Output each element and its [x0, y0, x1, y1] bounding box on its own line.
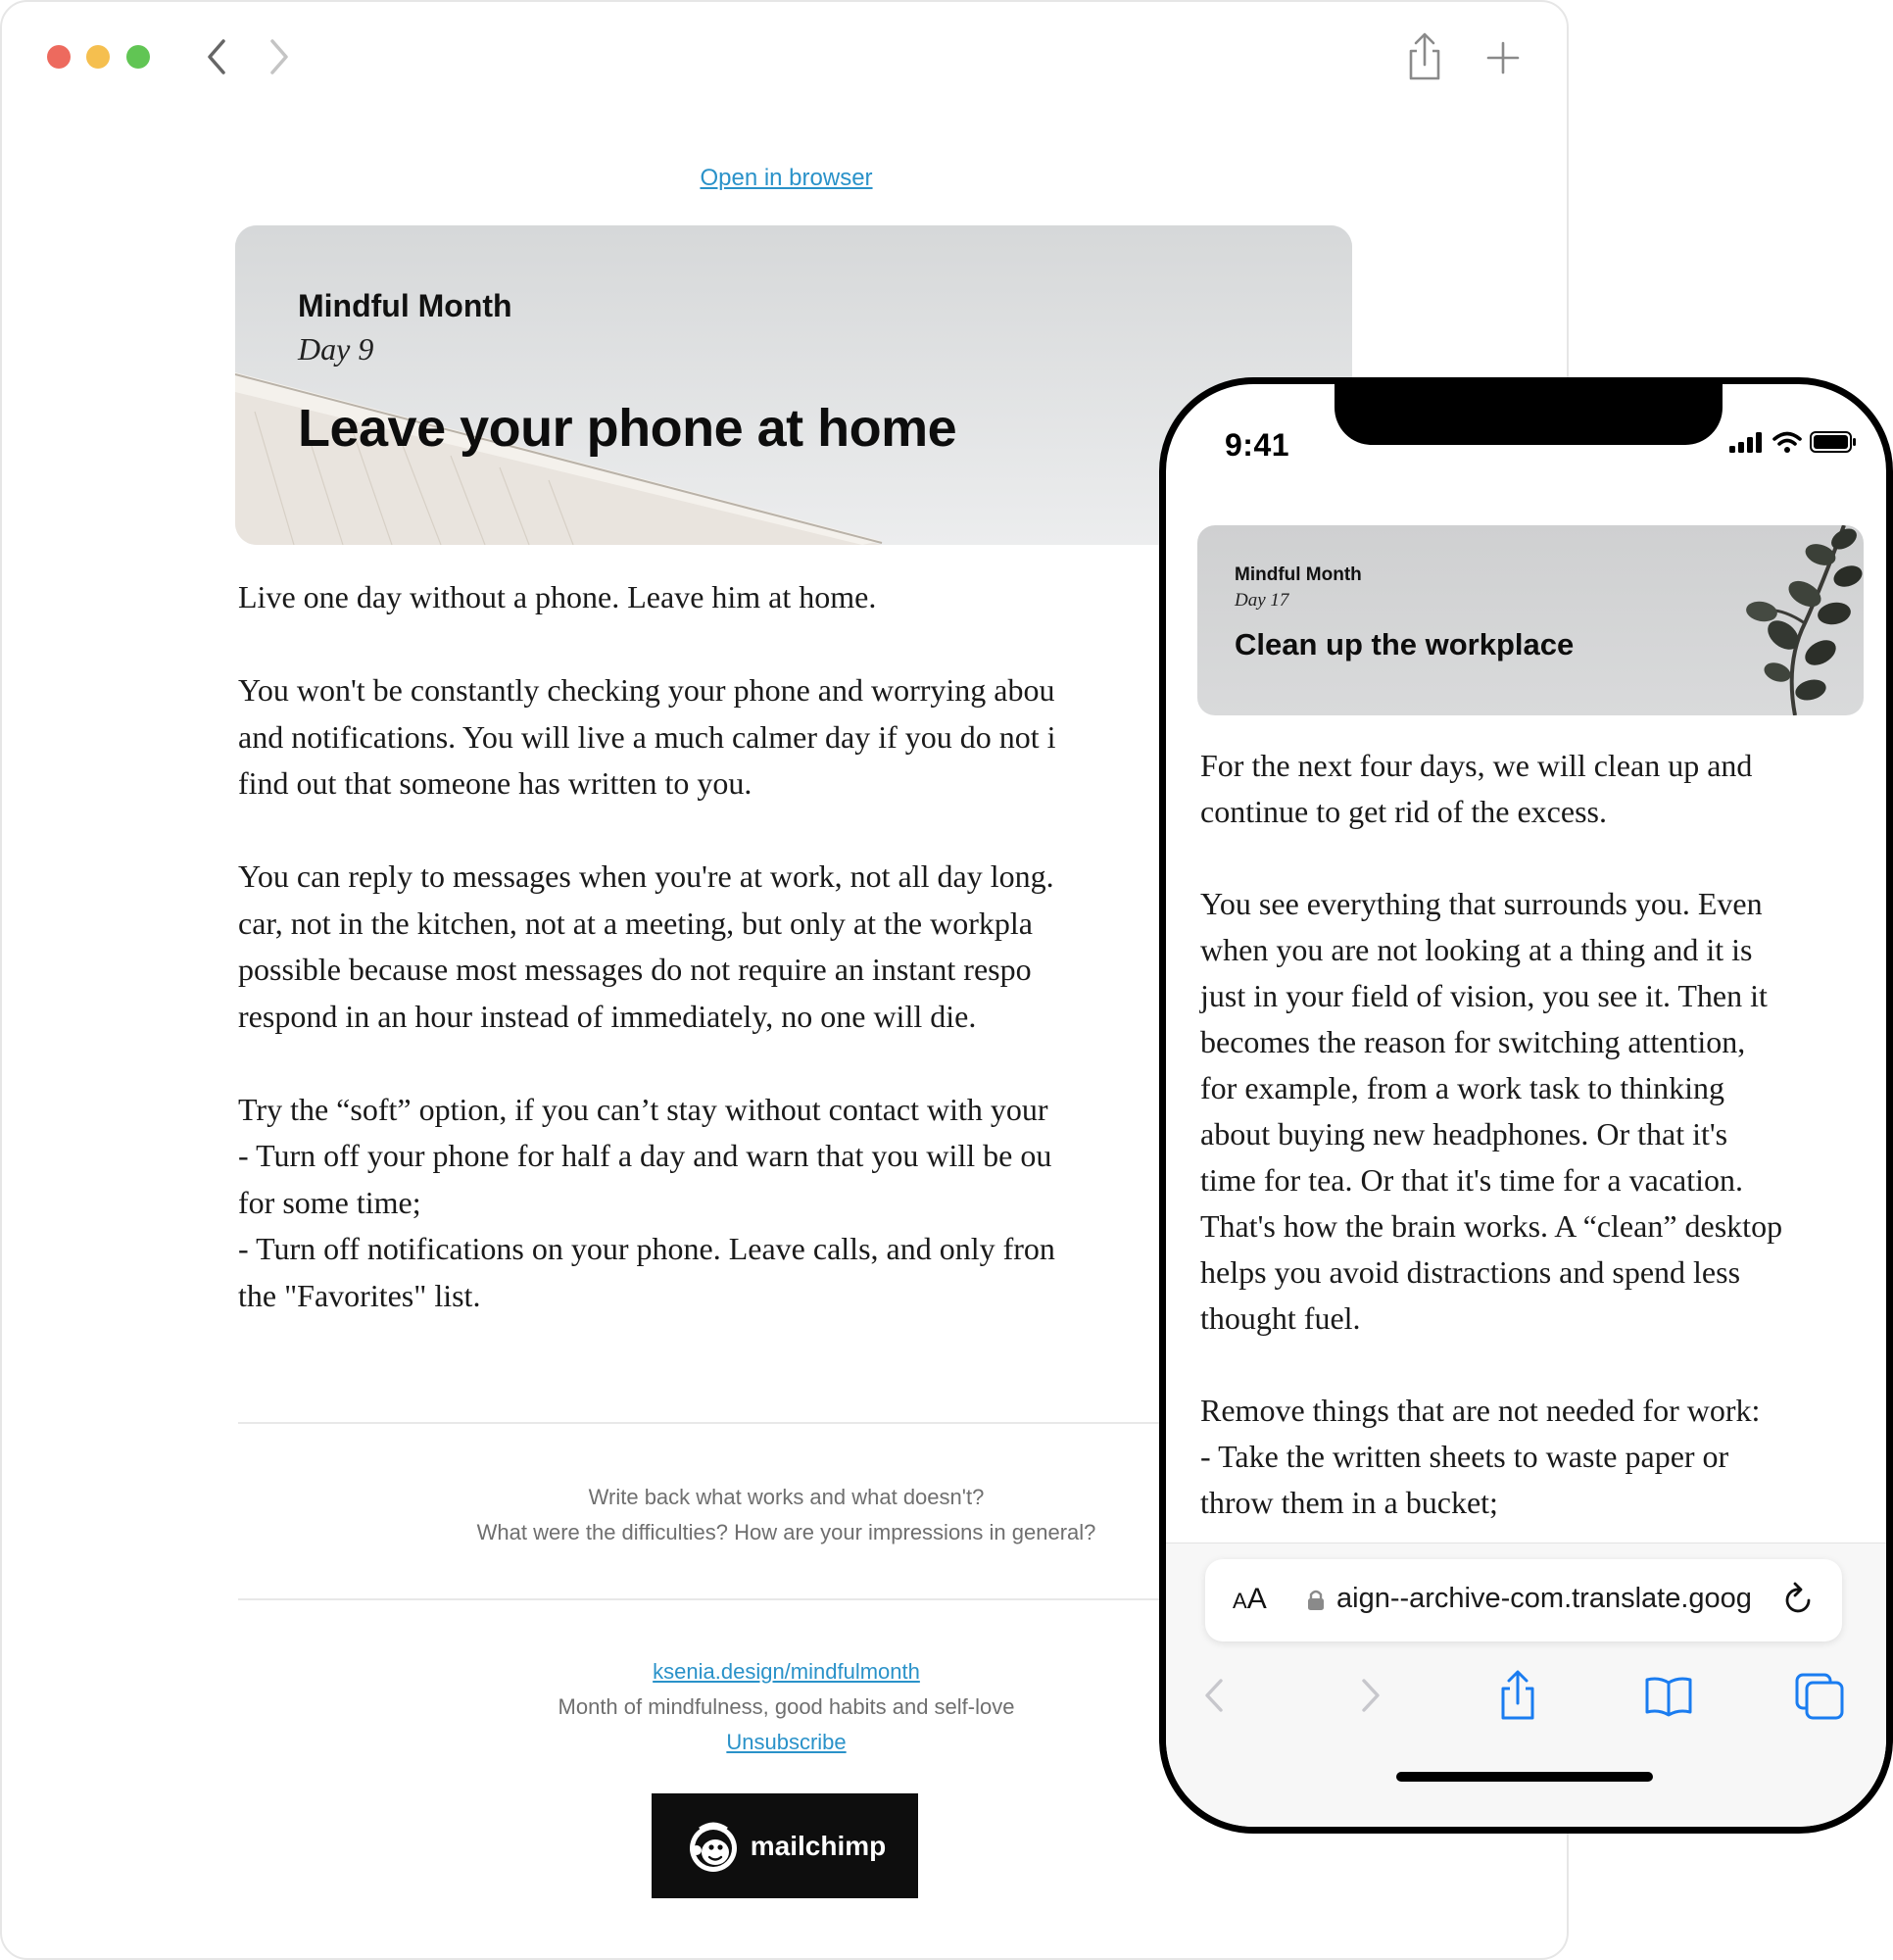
safari-bottom-bar: AA aign--archive-com.translate.goog [1166, 1543, 1886, 1827]
phone-hero-brand: Mindful Month [1235, 564, 1362, 585]
text-line: Remove things that are not needed for wo… [1200, 1393, 1761, 1428]
text-line: helps you avoid distractions and spend l… [1200, 1254, 1741, 1290]
unsubscribe-link[interactable]: Unsubscribe [726, 1730, 846, 1754]
text-line: That's how the brain works. A “clean” de… [1200, 1208, 1783, 1244]
url-text[interactable]: aign--archive-com.translate.goog [1336, 1583, 1768, 1615]
phone-hero-title: Clean up the workplace [1235, 627, 1575, 662]
lock-icon [1308, 1590, 1324, 1610]
eucalyptus-photo [1746, 525, 1863, 715]
cellular-signal-icon [1729, 432, 1762, 453]
share-icon [1409, 32, 1440, 80]
close-window-button[interactable] [47, 45, 71, 69]
zoom-window-button[interactable] [126, 45, 150, 69]
mailchimp-label: mailchimp [750, 1830, 887, 1861]
phone-hero-day: Day 17 [1235, 590, 1289, 611]
phone-hero-banner: Mindful Month Day 17 Clean up the workpl… [1197, 525, 1864, 715]
wifi-icon [1772, 431, 1802, 453]
phone-notch [1335, 384, 1723, 445]
paragraph: Remove things that are not needed for wo… [1200, 1388, 1867, 1526]
paragraph: You see everything that surrounds you. E… [1200, 881, 1867, 1342]
aa-large-label: A [1246, 1583, 1267, 1615]
battery-icon [1810, 431, 1856, 453]
reload-icon[interactable] [1779, 1579, 1819, 1622]
text-line: about buying new headphones. Or that it'… [1200, 1116, 1728, 1152]
hero-title: Leave your phone at home [298, 399, 957, 458]
paragraph: For the next four days, we will clean up… [1200, 743, 1867, 835]
aa-small-label: A [1233, 1589, 1247, 1613]
reader-settings-button[interactable]: AA [1233, 1583, 1267, 1616]
address-bar[interactable]: AA aign--archive-com.translate.goog [1205, 1559, 1842, 1642]
back-button[interactable] [198, 33, 237, 80]
text-line: You see everything that surrounds you. E… [1200, 886, 1763, 921]
phone-mockup: 9:41 Mindful Month Day 17 Clean up the w… [1159, 377, 1893, 1834]
new-tab-button[interactable] [1480, 31, 1527, 82]
home-indicator[interactable] [1396, 1772, 1653, 1782]
open-in-browser-link[interactable]: Open in browser [2, 165, 1567, 192]
chevron-left-icon [208, 39, 225, 74]
share-button[interactable] [1401, 31, 1448, 82]
mailchimp-badge[interactable]: mailchimp [652, 1793, 918, 1898]
chevron-right-icon[interactable] [1342, 1669, 1395, 1722]
chevron-left-icon[interactable] [1189, 1669, 1242, 1722]
status-time: 9:41 [1225, 427, 1290, 463]
text-line: thought fuel. [1200, 1300, 1361, 1336]
website-link[interactable]: ksenia.design/mindfulmonth [653, 1659, 920, 1684]
text-line: throw them in a bucket; [1200, 1485, 1498, 1520]
hero-day: Day 9 [298, 331, 374, 367]
tabs-icon[interactable] [1793, 1669, 1846, 1722]
forward-button[interactable] [259, 33, 298, 80]
text-line: - Take the written sheets to waste paper… [1200, 1439, 1729, 1474]
share-icon[interactable] [1491, 1669, 1544, 1722]
plus-icon [1486, 41, 1520, 74]
chevron-right-icon [270, 39, 288, 74]
text-line: becomes the reason for switching attenti… [1200, 1024, 1746, 1059]
text-line: for example, from a work task to thinkin… [1200, 1070, 1724, 1105]
text-line: when you are not looking at a thing and … [1200, 932, 1753, 967]
status-icons [1729, 431, 1857, 453]
minimize-window-button[interactable] [86, 45, 110, 69]
mailchimp-logo-icon [689, 1822, 737, 1872]
bookmarks-icon[interactable] [1642, 1669, 1695, 1722]
hero-brand: Mindful Month [298, 288, 512, 323]
text-line: continue to get rid of the excess. [1200, 794, 1607, 829]
text-line: For the next four days, we will clean up… [1200, 748, 1753, 783]
text-line: just in your field of vision, you see it… [1200, 978, 1768, 1013]
phone-mail-body: For the next four days, we will clean up… [1200, 743, 1867, 1572]
text-line: time for tea. Or that it's time for a va… [1200, 1162, 1744, 1198]
